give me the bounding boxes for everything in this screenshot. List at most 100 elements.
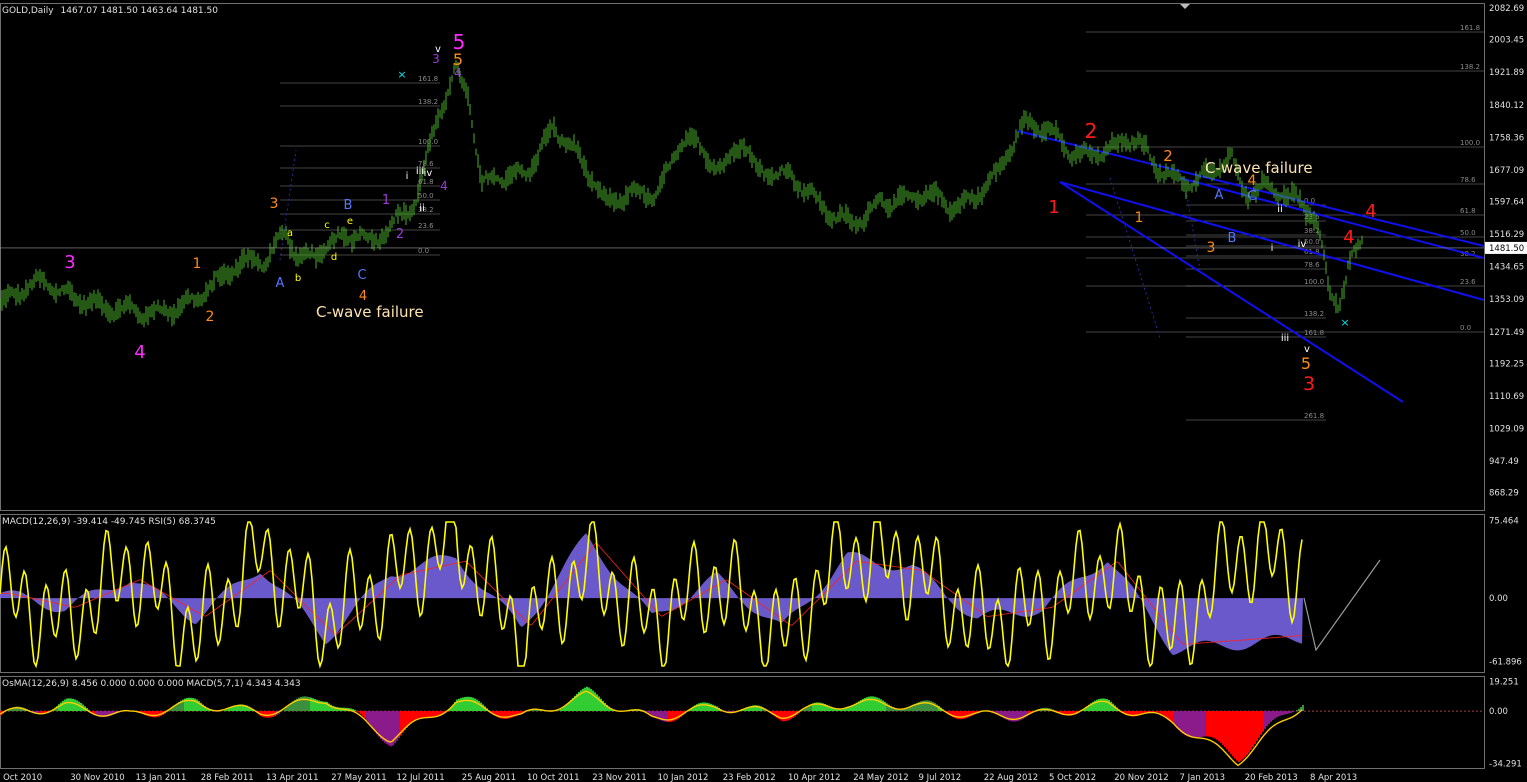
date-axis-tick: 20 Nov 2012 (1114, 773, 1168, 782)
date-axis-tick: 13 Apr 2011 (266, 773, 319, 782)
osma-bar (1232, 711, 1234, 757)
osma-bar (586, 686, 588, 712)
osma-bar (478, 701, 480, 712)
osma-bar (1210, 711, 1212, 737)
osma-bar (1288, 711, 1290, 714)
scroll-marker-icon[interactable] (1180, 4, 1190, 9)
price-axis-tick: 1110.69 (1489, 392, 1524, 402)
osma-bar (414, 711, 416, 721)
osma-bar (374, 711, 376, 732)
osma-bar (1240, 711, 1242, 761)
osma-bar (708, 703, 710, 712)
osma-bar (590, 688, 592, 712)
price-axis-tick: 1271.49 (1489, 328, 1524, 338)
osma-bar (1200, 711, 1202, 738)
osma-bar (1156, 711, 1158, 713)
osma-bar (1154, 711, 1156, 712)
wave-label: 5 (453, 30, 466, 54)
osma-bar (1264, 711, 1266, 729)
wave-label: 3 (270, 196, 279, 212)
date-axis-tick: 20 Feb 2013 (1245, 773, 1298, 782)
osma-bar (68, 698, 70, 712)
osma-bar (62, 700, 64, 712)
price-axis-tick: 1516.29 (1489, 230, 1524, 240)
osma-bar (880, 699, 882, 712)
osma-bar (1262, 711, 1264, 732)
osma-bar (702, 702, 704, 712)
osma-bar (1290, 711, 1292, 713)
osma-bar (372, 711, 374, 729)
macd-axis-tick: -61.896 (1489, 658, 1522, 668)
osma-bar (1244, 711, 1246, 758)
osma-bar (480, 702, 482, 712)
date-axis-tick: 13 Jan 2011 (136, 773, 187, 782)
osma-bar (358, 711, 360, 713)
osma-bar (1218, 711, 1220, 742)
wave-label: 2 (1085, 119, 1098, 143)
osma-bar (790, 711, 792, 720)
osma-bar (710, 703, 712, 712)
osma-header: OsMA(12,26,9) 8.456 0.000 0.000 0.000 MA… (2, 679, 301, 689)
osma-bar (458, 698, 460, 712)
osma-bar (364, 711, 366, 719)
osma-bar (1194, 711, 1196, 738)
ohlc-values: 1467.07 1481.50 1463.64 1481.50 (60, 6, 218, 16)
osma-bar (370, 711, 372, 727)
wave-label: 3 (64, 252, 75, 273)
price-axis-tick: 1758.36 (1489, 133, 1524, 143)
osma-bar (382, 711, 384, 741)
fib-level-label: 38.2 (1304, 227, 1320, 235)
osma-bar (264, 711, 266, 718)
osma-bar (224, 710, 226, 712)
price-panel-frame (0, 3, 1485, 511)
date-axis-tick: 23 Nov 2011 (592, 773, 646, 782)
osma-bar (268, 711, 270, 718)
fib-level-label: 50.0 (1460, 229, 1476, 237)
osma-bar (470, 697, 472, 712)
chart-canvas: 161.8 138.2 100.0 78.6 61.8 50.0 38.2 23.6 0.0 16… (0, 3, 1527, 782)
wave-label: C (357, 268, 366, 283)
osma-bar (474, 698, 476, 712)
wave-label: A (1215, 188, 1224, 203)
date-axis-tick: 5 Oct 2010 (0, 773, 42, 782)
osma-bar (1162, 711, 1164, 715)
fib-level-label: 138.2 (1460, 63, 1480, 71)
date-axis-tick: 12 Jul 2011 (397, 773, 445, 782)
osma-bar (368, 711, 370, 724)
macd-axis-tick: 0.00 (1489, 594, 1508, 604)
osma-bar (282, 710, 284, 712)
date-axis-tick: 24 May 2012 (853, 773, 908, 782)
osma-bar (262, 711, 264, 717)
price-axis-tick: 1921.89 (1489, 68, 1524, 78)
fib-level-label: 161.8 (1460, 24, 1480, 32)
wave-label: a (287, 228, 293, 239)
osma-bar (788, 711, 790, 721)
osma-bar (420, 711, 422, 718)
wave-label: 4 (440, 179, 448, 193)
osma-bar (1102, 698, 1104, 712)
osma-bar (1258, 711, 1260, 738)
osma-bar (1230, 711, 1232, 755)
osma-bar (592, 690, 594, 712)
osma-bar (1278, 711, 1280, 717)
osma-bar (1204, 711, 1206, 737)
osma-bar (1242, 711, 1244, 760)
price-axis-tick: 868.29 (1489, 489, 1519, 499)
osma-bar (1216, 711, 1218, 740)
date-axis-tick: 8 Apr 2013 (1310, 773, 1357, 782)
osma-bar (1202, 711, 1204, 737)
wave-label: b (295, 273, 301, 284)
osma-bar (64, 699, 66, 712)
osma-bar (1296, 710, 1298, 712)
osma-bar (964, 711, 966, 719)
osma-bar (1152, 711, 1154, 712)
fib-level-label: 100.0 (1304, 278, 1324, 286)
fib-level-label: 100.0 (1460, 139, 1480, 147)
wave-label: 4 (134, 342, 145, 363)
osma-bar (424, 711, 426, 718)
osma-bar (376, 711, 378, 735)
date-axis-tick: 5 Oct 2012 (1049, 773, 1096, 782)
osma-bar (152, 711, 154, 718)
osma-bar (870, 696, 872, 712)
osma-bar (876, 697, 878, 712)
